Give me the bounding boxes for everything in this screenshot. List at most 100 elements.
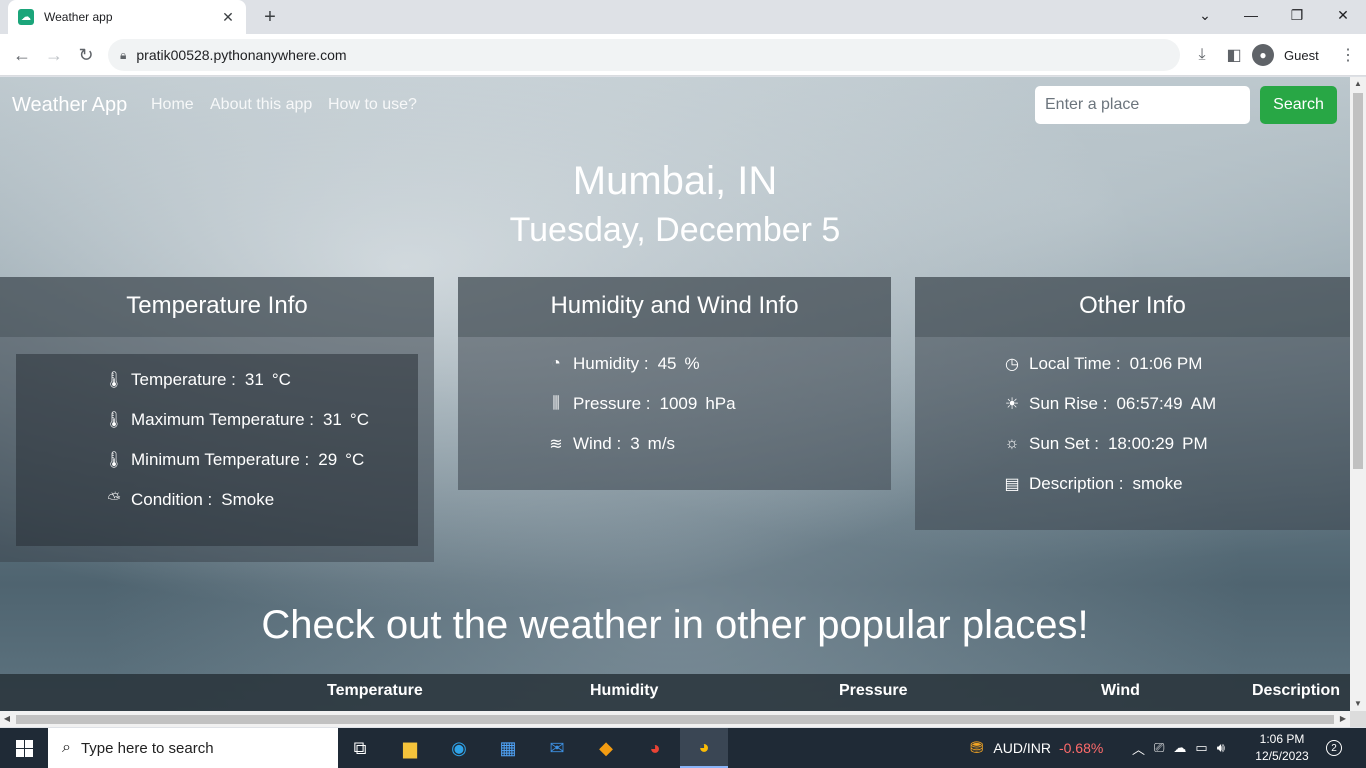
humidity-row: ◔ Humidity : 45 % [545, 353, 699, 375]
volume-icon[interactable]: 🔊︎ [1217, 740, 1225, 756]
reload-button[interactable]: ↻ [74, 43, 98, 67]
sunrise-value: 06:57:49 [1116, 394, 1183, 413]
forward-button[interactable]: → [42, 43, 66, 67]
nav-link-home[interactable]: Home [151, 96, 194, 114]
min-temperature-value: 29 [318, 450, 338, 469]
local-time-row: ◷ Local Time : 01:06 PM [1001, 353, 1210, 375]
other-info-card: Other Info ◷ Local Time : 01:06 PM ☀︎ Su… [915, 277, 1350, 530]
wind-value: 3 [630, 434, 640, 453]
taskbar-search-box[interactable]: ⌕ Type here to search [48, 728, 338, 768]
file-explorer-icon[interactable]: ▆ [386, 728, 434, 768]
column-pressure: Pressure [839, 682, 908, 699]
onedrive-cloud-icon[interactable]: ☁ [1173, 740, 1186, 756]
close-window-button[interactable]: ✕ [1320, 0, 1366, 30]
market-ticker[interactable]: ⛃ AUD/INR -0.68% [970, 728, 1103, 768]
pressure-value: 1009 [659, 394, 698, 413]
horizontal-scrollbar[interactable]: ◀ ▶ [0, 711, 1350, 727]
description-value: smoke [1132, 474, 1183, 493]
notification-count: 2 [1326, 740, 1342, 756]
microsoft-store-icon[interactable]: ▦ [484, 728, 532, 768]
start-button[interactable] [0, 728, 48, 768]
scroll-left-arrow-icon[interactable]: ◀ [0, 711, 14, 727]
column-wind: Wind [1101, 682, 1140, 699]
tab-favicon-icon: ☁ [18, 9, 34, 25]
currency-icon: ⛃ [970, 740, 984, 757]
local-time-label: Local Time : [1029, 354, 1121, 373]
wind-row: ≋ Wind : 3 m/s [545, 433, 675, 455]
max-temperature-row: 🌡︎ Maximum Temperature : 31 °C [103, 409, 369, 431]
chrome-icon[interactable]: ◕ [680, 728, 728, 768]
chrome-profile-icon[interactable]: ◕ [631, 728, 679, 768]
download-icon[interactable]: ⤓ [1190, 43, 1214, 67]
column-humidity: Humidity [590, 682, 659, 699]
new-tab-button[interactable]: + [258, 5, 282, 29]
back-button[interactable]: ← [10, 43, 34, 67]
profile-button[interactable]: ● Guest [1252, 40, 1319, 70]
temperature-info-card: Temperature Info 🌡︎ Temperature : 31 °C … [0, 277, 434, 562]
vertical-scroll-thumb[interactable] [1353, 93, 1363, 469]
scroll-right-arrow-icon[interactable]: ▶ [1336, 711, 1350, 727]
scroll-up-arrow-icon[interactable]: ▲ [1350, 77, 1366, 91]
profile-name: Guest [1284, 47, 1319, 63]
place-search-input[interactable] [1035, 86, 1250, 124]
pressure-label: Pressure : [573, 394, 651, 413]
min-temperature-row: 🌡︎ Minimum Temperature : 29 °C [103, 449, 364, 471]
task-view-icon[interactable]: ⧉ [336, 728, 384, 768]
min-temperature-unit: °C [345, 450, 365, 469]
sunset-icon: ☼ [1004, 435, 1020, 452]
network-icon[interactable]: ▭ [1195, 740, 1207, 756]
windows-taskbar: ⌕ Type here to search ⧉ ▆ ◉ ▦ ✉ ◆ ◕ ◕ ⛃ … [0, 728, 1366, 768]
ticker-change: -0.68% [1058, 740, 1104, 756]
scroll-down-arrow-icon[interactable]: ▼ [1350, 697, 1366, 711]
condition-row: ⛅︎ Condition : Smoke [103, 489, 282, 511]
column-temperature: Temperature [327, 682, 423, 699]
horizontal-scroll-thumb[interactable] [16, 715, 1334, 724]
sunset-unit: PM [1182, 434, 1208, 453]
menu-icon[interactable]: ⋮ [1336, 43, 1360, 67]
ticker-label: AUD/INR [993, 740, 1051, 756]
search-icon: ⌕ [62, 739, 71, 756]
temperature-unit: °C [271, 370, 291, 389]
show-hidden-icons-icon[interactable]: ︿ [1132, 739, 1145, 758]
sunrise-label: Sun Rise : [1029, 394, 1108, 413]
popular-places-heading: Check out the weather in other popular p… [261, 603, 1089, 647]
sublime-text-icon[interactable]: ◆ [582, 728, 630, 768]
mail-icon[interactable]: ✉ [533, 728, 581, 768]
thermometer-up-icon: 🌡︎ [103, 412, 125, 429]
notification-center-icon[interactable]: 2 [1322, 738, 1346, 758]
site-brand[interactable]: Weather App [12, 94, 127, 117]
popular-places-table-header: Temperature Humidity Pressure Wind Descr… [0, 674, 1350, 711]
side-panel-icon[interactable]: ◧ [1222, 43, 1246, 67]
browser-tab[interactable]: ☁ Weather app ✕ [8, 0, 246, 34]
city-name: Mumbai, IN [572, 159, 778, 203]
sunset-value: 18:00:29 [1107, 434, 1175, 453]
clock-icon: ◷ [1005, 356, 1019, 373]
temperature-label: Temperature : [131, 370, 236, 389]
description-label: Description : [1029, 474, 1124, 493]
max-temperature-value: 31 [322, 410, 342, 429]
address-bar[interactable]: 🔒︎ pratik00528.pythonanywhere.com [108, 39, 1180, 71]
temperature-card-title: Temperature Info [0, 277, 434, 337]
wind-unit: m/s [647, 434, 676, 453]
avatar-icon: ● [1252, 44, 1274, 66]
restore-button[interactable]: ❐ [1274, 0, 1320, 30]
search-button[interactable]: Search [1260, 86, 1337, 124]
sunrise-row: ☀︎ Sun Rise : 06:57:49 AM [1001, 393, 1216, 415]
humidity-gauge-icon: ◔ [551, 355, 561, 372]
system-tray: ︿ ⎚ ☁ ▭ 🔊︎ [1132, 728, 1225, 768]
nav-link-about[interactable]: About this app [210, 96, 312, 114]
windows-logo-icon [15, 739, 33, 757]
pressure-unit: hPa [705, 394, 736, 413]
humidity-value: 45 [657, 354, 677, 373]
tab-close-icon[interactable]: ✕ [220, 9, 236, 26]
column-description: Description [1252, 682, 1341, 699]
nav-link-how-to-use[interactable]: How to use? [328, 96, 417, 114]
tab-search-chevron-icon[interactable]: ⌄ [1182, 0, 1228, 30]
humidity-card-title: Humidity and Wind Info [458, 277, 891, 337]
page-viewport: Weather App Home About this app How to u… [0, 77, 1350, 711]
taskbar-clock[interactable]: 1:06 PM 12/5/2023 [1252, 731, 1312, 765]
meet-now-icon[interactable]: ⎚ [1154, 740, 1164, 756]
vertical-scrollbar[interactable]: ▲ ▼ [1350, 77, 1366, 711]
minimize-button[interactable]: — [1228, 0, 1274, 30]
edge-browser-icon[interactable]: ◉ [435, 728, 483, 768]
